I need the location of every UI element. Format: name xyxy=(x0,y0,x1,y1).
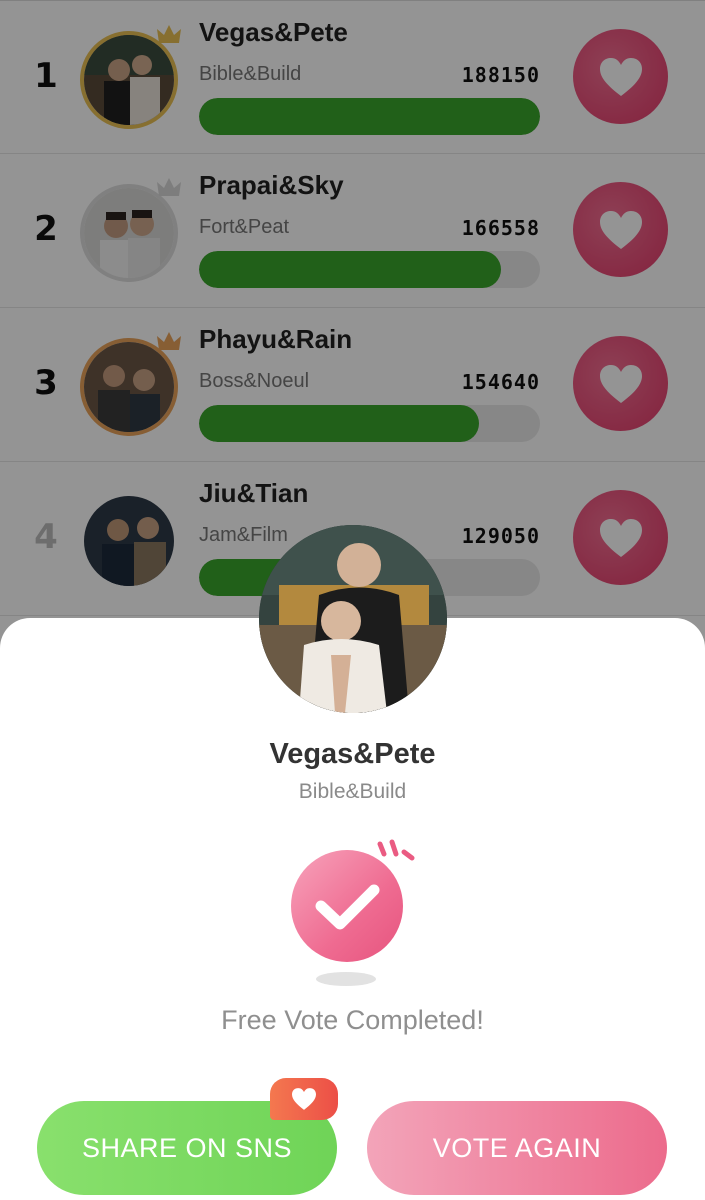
selected-pair-name: Vegas&Pete xyxy=(269,738,436,770)
selected-actor-names: Bible&Build xyxy=(298,780,407,803)
success-shadow xyxy=(316,972,376,986)
vote-success-graphic xyxy=(282,832,422,992)
vote-status-text: Free Vote Completed! xyxy=(221,1005,484,1035)
vote-again-button[interactable]: VOTE AGAIN xyxy=(367,1101,667,1195)
sparkle-icon xyxy=(377,839,415,861)
selected-pair-avatar xyxy=(259,525,447,713)
heart-icon xyxy=(292,1088,316,1110)
share-reward-badge xyxy=(270,1078,338,1120)
